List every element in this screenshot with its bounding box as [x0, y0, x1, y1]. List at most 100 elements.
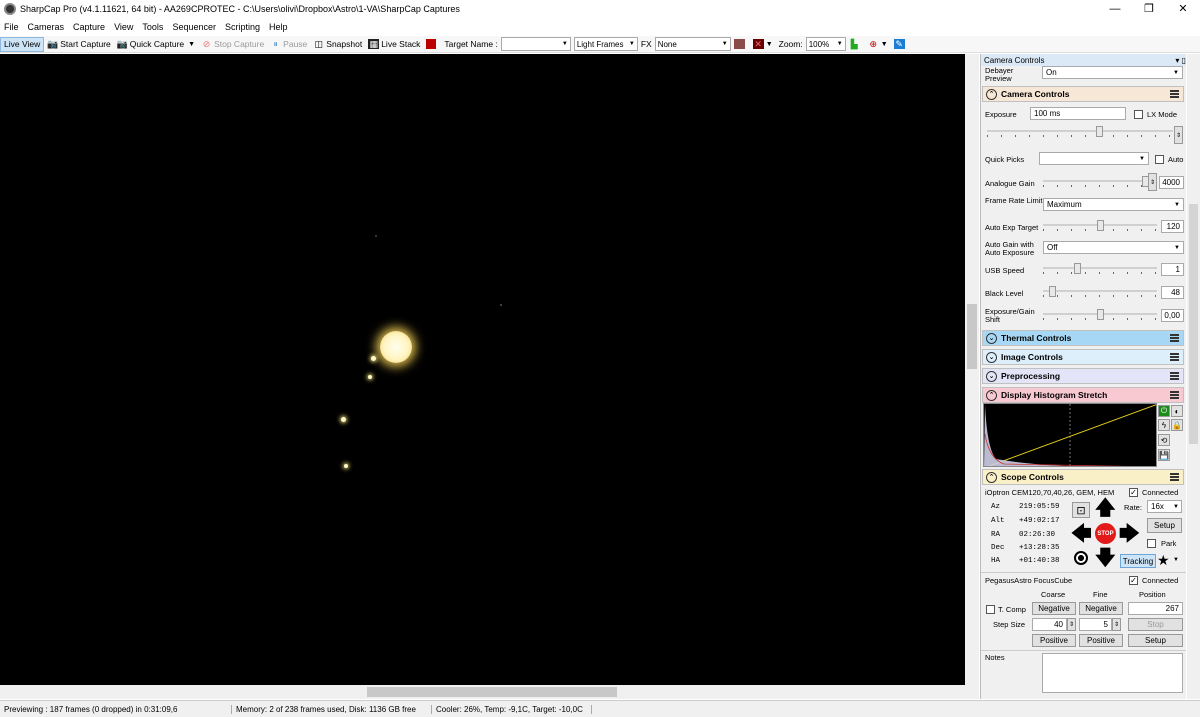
- auto-gain-select[interactable]: Off ▼: [1043, 241, 1184, 254]
- exposure-slider[interactable]: [987, 126, 1173, 137]
- auto-exp-slider[interactable]: [1043, 220, 1157, 231]
- reset-icon[interactable]: ⟲: [1158, 434, 1170, 446]
- hamburger-icon[interactable]: [1170, 372, 1179, 380]
- black-level-slider[interactable]: [1043, 286, 1157, 297]
- image-controls-section[interactable]: ⌄ Image Controls: [982, 349, 1184, 365]
- fine-positive-button[interactable]: Positive: [1079, 634, 1123, 647]
- exposure-input[interactable]: 100 ms: [1030, 107, 1126, 120]
- collapse-icon[interactable]: ⌃: [986, 88, 997, 100]
- rate-select[interactable]: 16x ▼: [1147, 500, 1182, 513]
- spiral-search-icon[interactable]: ⊡: [1072, 502, 1090, 518]
- viewport-vertical-scrollbar[interactable]: [965, 54, 979, 685]
- collapse-icon[interactable]: ⌃: [986, 389, 997, 401]
- usb-speed-slider[interactable]: [1043, 263, 1157, 274]
- notes-textarea[interactable]: [1042, 653, 1183, 693]
- menu-tools[interactable]: Tools: [142, 22, 163, 32]
- debayer-select[interactable]: On ▼: [1042, 66, 1183, 79]
- pin-icon[interactable]: ▾ ▯: [1175, 56, 1186, 65]
- analogue-gain-slider[interactable]: [1043, 176, 1149, 187]
- slider-thumb[interactable]: [1095, 126, 1103, 137]
- panel-vertical-scrollbar[interactable]: [1187, 54, 1200, 699]
- menu-capture[interactable]: Capture: [73, 22, 105, 32]
- histogram-button[interactable]: ▙: [846, 37, 865, 52]
- maximize-button[interactable]: ❐: [1132, 0, 1166, 18]
- gain-spinner[interactable]: ⇕: [1148, 173, 1157, 191]
- feather-button[interactable]: ✎: [891, 37, 910, 52]
- frame-rate-select[interactable]: Maximum ▼: [1043, 198, 1184, 211]
- scrollbar-thumb[interactable]: [967, 304, 977, 369]
- collapse-icon[interactable]: ⌃: [986, 471, 997, 483]
- snapshot-button[interactable]: ◫ Snapshot: [310, 37, 365, 52]
- frame-type-select[interactable]: Light Frames ▼: [573, 37, 638, 51]
- analogue-gain-input[interactable]: 4000: [1159, 176, 1184, 189]
- slider-thumb[interactable]: [1074, 263, 1082, 274]
- exposure-gain-shift-slider[interactable]: [1043, 309, 1157, 320]
- reticle-button[interactable]: ✕ ▼: [750, 37, 776, 52]
- chevron-down-icon[interactable]: ▼: [1173, 557, 1179, 563]
- expand-icon[interactable]: ⌄: [986, 332, 997, 344]
- stop-capture-button[interactable]: ⊘ Stop Capture: [198, 37, 267, 52]
- hamburger-icon[interactable]: [1170, 353, 1179, 361]
- fine-step-input[interactable]: 5: [1079, 618, 1112, 631]
- tcomp-checkbox[interactable]: [986, 605, 995, 614]
- exposure-spinner[interactable]: ⇕: [1174, 126, 1183, 144]
- exposure-gain-shift-input[interactable]: 0,00: [1161, 309, 1184, 322]
- thermal-controls-section[interactable]: ⌄ Thermal Controls: [982, 330, 1184, 346]
- brown-swatch-button[interactable]: [731, 37, 750, 52]
- quick-picks-select[interactable]: ▼: [1039, 152, 1149, 165]
- contrast-icon[interactable]: ◐: [1171, 405, 1183, 417]
- stop-button[interactable]: STOP: [1095, 523, 1116, 544]
- live-view-button[interactable]: Live View: [0, 36, 45, 52]
- target-name-select[interactable]: ▼: [500, 37, 571, 51]
- fine-step-spinner[interactable]: ⇕: [1112, 618, 1121, 631]
- quick-capture-button[interactable]: 📷 Quick Capture ▼: [114, 37, 198, 52]
- save-icon[interactable]: 💾: [1158, 449, 1170, 461]
- power-icon[interactable]: ⏻: [1158, 405, 1170, 417]
- pause-button[interactable]: ⏸ Pause: [267, 37, 310, 52]
- menu-sequencer[interactable]: Sequencer: [172, 22, 216, 32]
- histogram-plot[interactable]: [983, 403, 1157, 467]
- park-checkbox[interactable]: [1147, 539, 1156, 548]
- coarse-step-input[interactable]: 40: [1032, 618, 1067, 631]
- scope-controls-section[interactable]: ⌃ Scope Controls: [982, 469, 1184, 485]
- auto-exp-input[interactable]: 120: [1161, 220, 1184, 233]
- move-north-arrow-icon[interactable]: 🡅: [1095, 498, 1116, 518]
- move-east-arrow-icon[interactable]: 🡆: [1119, 524, 1140, 544]
- slider-thumb[interactable]: [1097, 309, 1104, 320]
- magnifier-button[interactable]: ⊕ ▼: [865, 37, 891, 52]
- minimize-button[interactable]: —: [1098, 0, 1132, 18]
- move-south-arrow-icon[interactable]: 🡇: [1095, 548, 1116, 568]
- menu-scripting[interactable]: Scripting: [225, 22, 260, 32]
- preprocessing-section[interactable]: ⌄ Preprocessing: [982, 368, 1184, 384]
- histogram-stretch-section[interactable]: ⌃ Display Histogram Stretch: [982, 387, 1184, 403]
- hamburger-icon[interactable]: [1170, 334, 1179, 342]
- star-icon[interactable]: ★: [1157, 552, 1170, 569]
- goto-target-icon[interactable]: [1074, 551, 1088, 565]
- black-level-input[interactable]: 48: [1161, 286, 1184, 299]
- menu-help[interactable]: Help: [269, 22, 288, 32]
- mount-connected-checkbox[interactable]: ✓: [1129, 488, 1138, 497]
- image-viewport[interactable]: [0, 54, 965, 685]
- lightning-icon[interactable]: ϟ: [1158, 419, 1170, 431]
- camera-controls-section[interactable]: ⌃ Camera Controls: [982, 86, 1184, 102]
- close-button[interactable]: ✕: [1166, 0, 1200, 18]
- focuser-position-input[interactable]: 267: [1128, 602, 1183, 615]
- focuser-connected-checkbox[interactable]: ✓: [1129, 576, 1138, 585]
- slider-thumb[interactable]: [1097, 220, 1104, 231]
- fine-negative-button[interactable]: Negative: [1079, 602, 1123, 615]
- coarse-negative-button[interactable]: Negative: [1032, 602, 1076, 615]
- zoom-select[interactable]: 100% ▼: [805, 37, 846, 51]
- hamburger-icon[interactable]: [1170, 391, 1179, 399]
- focuser-setup-button[interactable]: Setup: [1128, 634, 1183, 647]
- slider-thumb[interactable]: [1049, 286, 1057, 297]
- menu-cameras[interactable]: Cameras: [28, 22, 65, 32]
- expand-icon[interactable]: ⌄: [986, 370, 997, 382]
- usb-speed-input[interactable]: 1: [1161, 263, 1184, 276]
- move-west-arrow-icon[interactable]: 🡄: [1071, 524, 1092, 544]
- red-square-button[interactable]: [423, 37, 441, 52]
- menu-file[interactable]: File: [4, 22, 19, 32]
- coarse-step-spinner[interactable]: ⇕: [1067, 618, 1076, 631]
- scrollbar-thumb[interactable]: [1189, 204, 1198, 444]
- hamburger-icon[interactable]: [1170, 473, 1179, 481]
- focuser-stop-button[interactable]: Stop: [1128, 618, 1183, 631]
